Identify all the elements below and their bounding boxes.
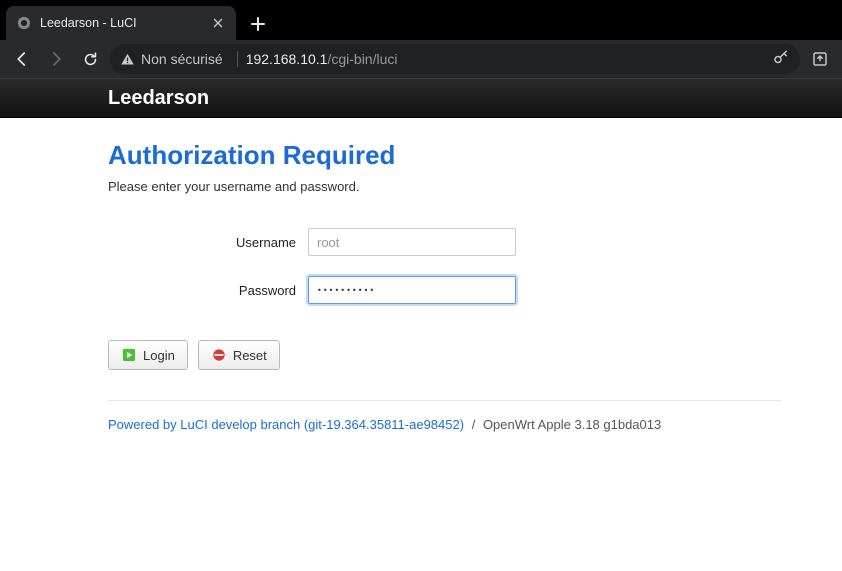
firmware-text: OpenWrt Apple 3.18 g1bda013: [483, 417, 661, 432]
page-heading: Authorization Required: [108, 140, 782, 171]
password-row: Password: [108, 276, 782, 304]
url-path: /cgi-bin/luci: [327, 51, 397, 67]
browser-chrome: Leedarson - LuCI Non sécurisé 192.168.: [0, 0, 842, 78]
page-subtitle: Please enter your username and password.: [108, 179, 782, 194]
tab-title: Leedarson - LuCI: [40, 16, 202, 30]
back-button[interactable]: [8, 45, 36, 73]
username-input[interactable]: [308, 228, 516, 256]
reset-button[interactable]: Reset: [198, 340, 280, 370]
install-app-icon[interactable]: [806, 45, 834, 73]
main-content: Authorization Required Please enter your…: [0, 118, 842, 432]
footer-separator: [108, 400, 782, 401]
username-row: Username: [108, 228, 782, 256]
login-button[interactable]: Login: [108, 340, 188, 370]
tab-favicon-icon: [16, 15, 32, 31]
address-bar[interactable]: Non sécurisé 192.168.10.1/cgi-bin/luci: [110, 44, 800, 74]
stop-icon: [211, 347, 227, 363]
url-text: 192.168.10.1/cgi-bin/luci: [246, 51, 398, 67]
login-button-label: Login: [143, 348, 175, 363]
password-label: Password: [108, 283, 308, 298]
footer-slash: /: [472, 417, 476, 432]
username-label: Username: [108, 235, 308, 250]
security-label: Non sécurisé: [141, 51, 223, 67]
password-input[interactable]: [308, 276, 516, 304]
new-tab-button[interactable]: [244, 10, 272, 38]
url-host: 192.168.10.1: [246, 51, 328, 67]
toolbar: Non sécurisé 192.168.10.1/cgi-bin/luci: [0, 40, 842, 78]
forward-button[interactable]: [42, 45, 70, 73]
form-actions: Login Reset: [108, 340, 782, 370]
reload-button[interactable]: [76, 45, 104, 73]
login-form: Username Password: [108, 228, 782, 304]
separator: [237, 51, 238, 67]
footer: Powered by LuCI develop branch (git-19.3…: [108, 417, 782, 432]
play-icon: [121, 347, 137, 363]
warning-icon: [120, 52, 135, 67]
app-header: Leedarson: [0, 78, 842, 118]
brand-title: Leedarson: [108, 87, 209, 110]
luci-link[interactable]: Powered by LuCI develop branch (git-19.3…: [108, 417, 464, 432]
close-icon[interactable]: [210, 15, 226, 31]
key-icon[interactable]: [772, 49, 790, 70]
tab-strip: Leedarson - LuCI: [0, 0, 842, 40]
browser-tab[interactable]: Leedarson - LuCI: [6, 6, 236, 40]
reset-button-label: Reset: [233, 348, 267, 363]
security-indicator[interactable]: Non sécurisé: [120, 51, 246, 67]
